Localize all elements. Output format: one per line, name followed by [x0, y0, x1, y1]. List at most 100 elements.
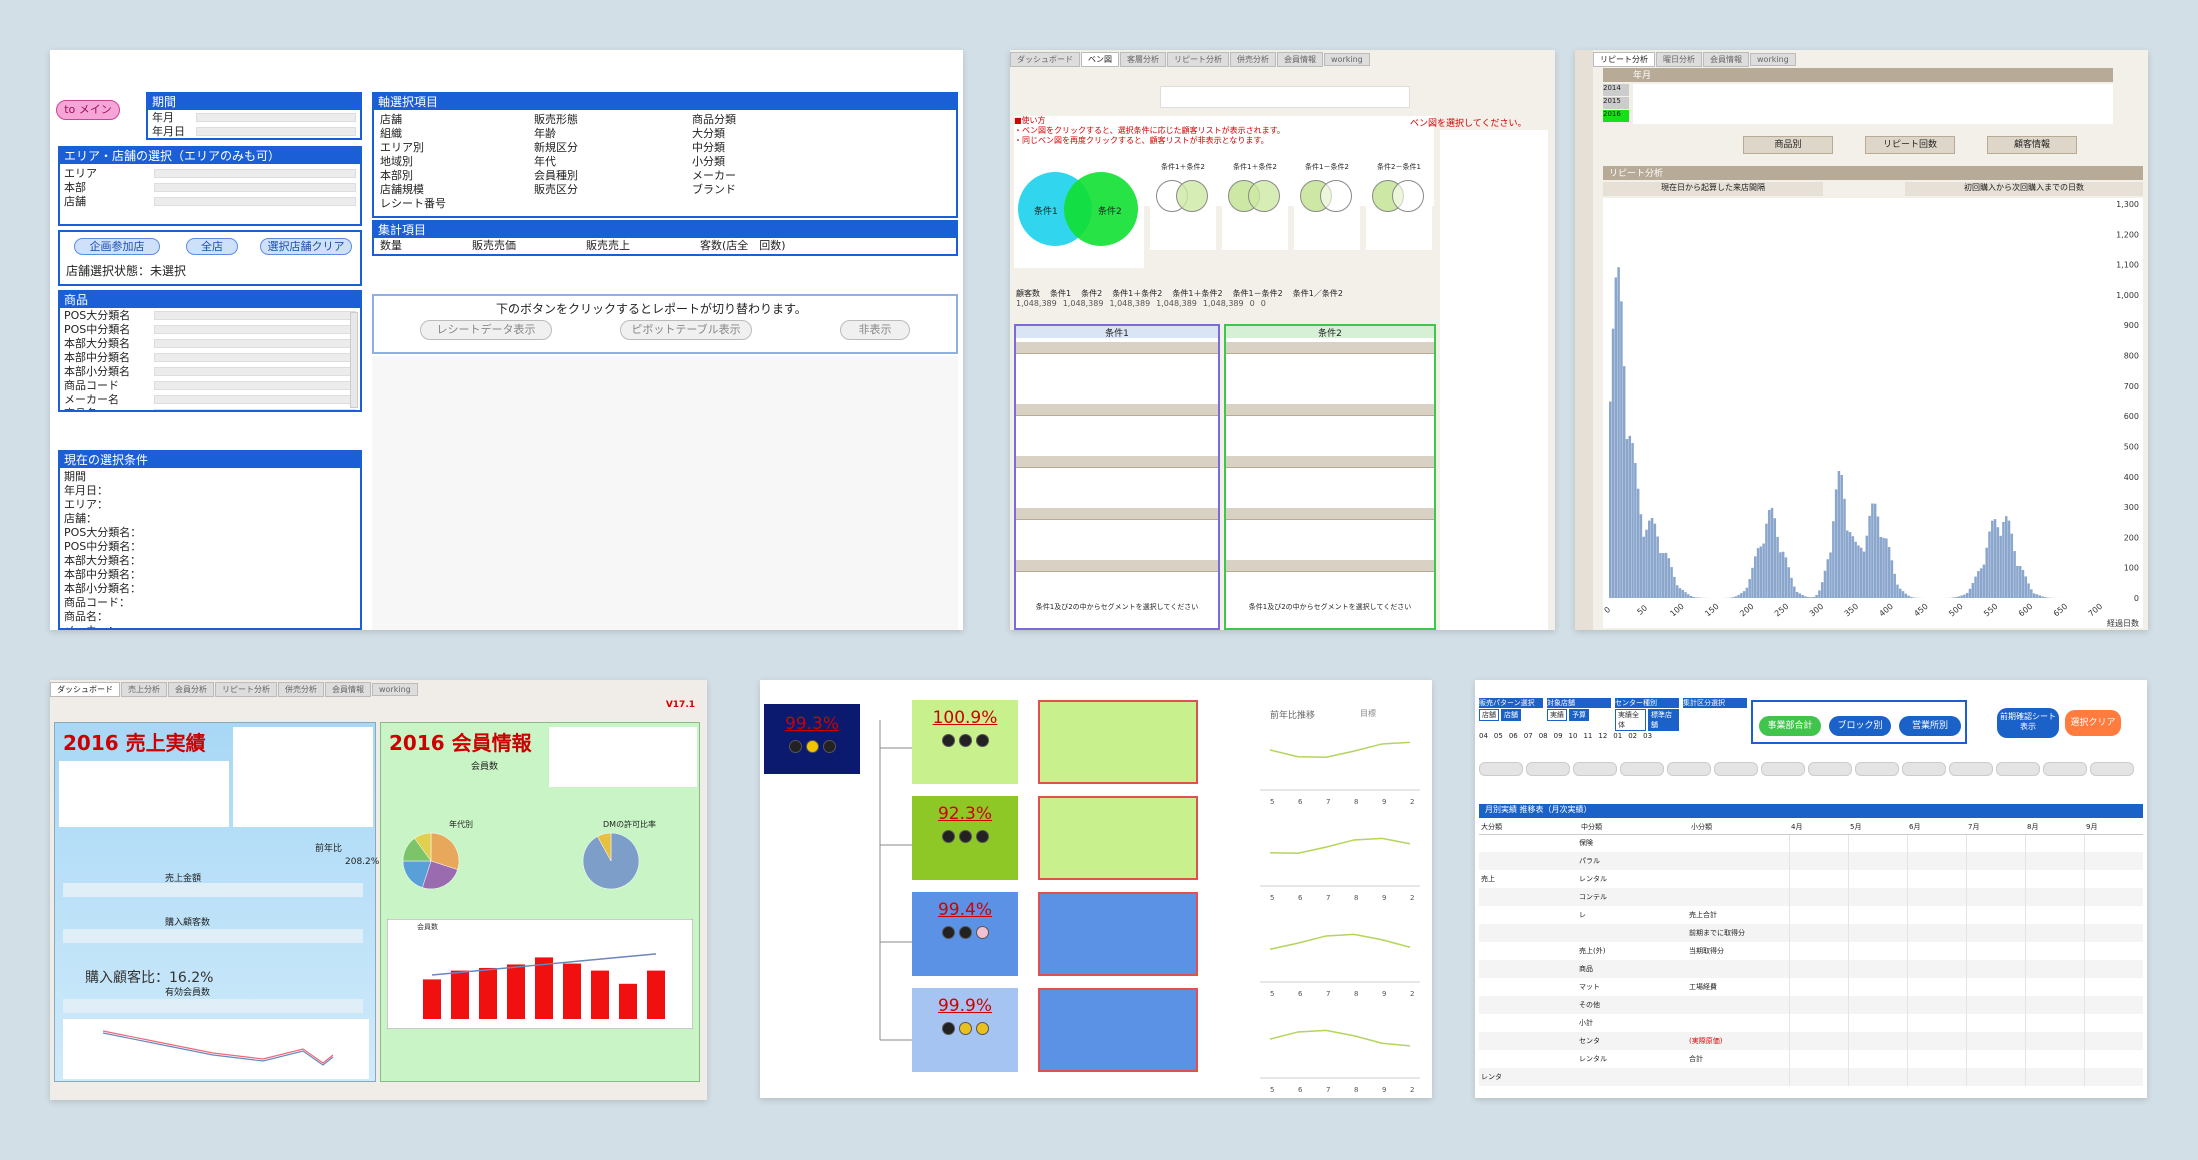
- axis-item[interactable]: 販売形態: [534, 112, 694, 126]
- product-filter[interactable]: POS大分類名: [64, 308, 356, 322]
- axis-item[interactable]: 年齢: [534, 126, 694, 140]
- tab[interactable]: 客層分析: [1120, 52, 1166, 67]
- year-2015[interactable]: 2015: [1603, 97, 1629, 109]
- area-item-input[interactable]: [154, 182, 356, 192]
- kpi-node-pct[interactable]: 99.4%: [912, 900, 1018, 920]
- small-venn[interactable]: 条件1－条件2: [1294, 162, 1360, 250]
- sheet-tab[interactable]: [1479, 762, 1523, 776]
- axis-item[interactable]: メーカー: [692, 168, 852, 182]
- condition-line[interactable]: POS中分類名：: [64, 539, 356, 553]
- btn-division-total[interactable]: 事業部合計: [1759, 716, 1821, 736]
- product-filter-input[interactable]: [154, 338, 356, 348]
- tab[interactable]: working: [372, 683, 418, 696]
- month-option[interactable]: 11: [1583, 732, 1592, 740]
- axis-item[interactable]: 本部別: [380, 168, 540, 182]
- tab[interactable]: リピート分析: [215, 682, 277, 697]
- participating-stores-button[interactable]: 企画参加店: [74, 238, 160, 255]
- tab[interactable]: 会員分析: [168, 682, 214, 697]
- condition-line[interactable]: 本部中分類名：: [64, 567, 356, 581]
- sheet-tab[interactable]: [1855, 762, 1899, 776]
- btn-prev-period-sheet[interactable]: 前期確認シート表示: [1997, 708, 2059, 738]
- product-scrollbar[interactable]: [350, 312, 358, 408]
- sheet-tab[interactable]: [1620, 762, 1664, 776]
- axis-item[interactable]: 商品分類: [692, 112, 852, 126]
- main-venn-diagram[interactable]: 条件1 条件2: [1014, 158, 1144, 268]
- tab[interactable]: working: [1324, 53, 1370, 66]
- kpi-node-pct[interactable]: 92.3%: [912, 804, 1018, 824]
- sheet-tab[interactable]: [1526, 762, 1570, 776]
- tab[interactable]: ダッシュボード: [50, 682, 120, 697]
- aggregate-item[interactable]: 販売売価: [472, 238, 516, 252]
- filter-option[interactable]: 店舗: [1479, 709, 1499, 721]
- tab[interactable]: 併売分析: [1230, 52, 1276, 67]
- product-filter[interactable]: 本部大分類名: [64, 336, 356, 350]
- condition-line[interactable]: 年月日：: [64, 483, 356, 497]
- product-filter[interactable]: 商品コード: [64, 378, 356, 392]
- area-item[interactable]: 本部: [64, 180, 356, 194]
- aggregate-item[interactable]: 数量: [380, 238, 402, 252]
- month-option[interactable]: 06: [1509, 732, 1518, 740]
- axis-item[interactable]: 店舗規模: [380, 182, 540, 196]
- product-filter[interactable]: メーカー名: [64, 392, 356, 406]
- kpi-root-pct[interactable]: 99.3%: [764, 714, 860, 734]
- condition-line[interactable]: 商品コード：: [64, 595, 356, 609]
- month-option[interactable]: 07: [1524, 732, 1533, 740]
- sheet-tab[interactable]: [1667, 762, 1711, 776]
- aggregate-item[interactable]: 客数(店全 回数): [700, 238, 786, 252]
- product-filter-input[interactable]: [154, 366, 356, 376]
- all-stores-button[interactable]: 全店: [186, 238, 238, 255]
- condition-line[interactable]: 期間: [64, 469, 356, 483]
- area-item[interactable]: 店舗: [64, 194, 356, 208]
- clear-stores-button[interactable]: 選択店舗クリア: [260, 238, 352, 255]
- pivot-table-button[interactable]: ピボットテーブル表示: [620, 320, 752, 340]
- month-option[interactable]: 12: [1598, 732, 1607, 740]
- btn-by-product[interactable]: 商品別: [1743, 136, 1833, 154]
- sheet-tab[interactable]: [1949, 762, 1993, 776]
- btn-office[interactable]: 営業所別: [1899, 716, 1961, 736]
- axis-item[interactable]: 年代: [534, 154, 694, 168]
- condition-line[interactable]: エリア：: [64, 497, 356, 511]
- month-option[interactable]: 02: [1628, 732, 1637, 740]
- condition-line[interactable]: POS大分類名：: [64, 525, 356, 539]
- area-item-input[interactable]: [154, 196, 356, 206]
- filter-option[interactable]: 実績全体: [1615, 709, 1646, 731]
- tab[interactable]: working: [1750, 53, 1796, 66]
- month-option[interactable]: 05: [1494, 732, 1503, 740]
- product-filter-input[interactable]: [154, 352, 356, 362]
- condition-line[interactable]: 本部大分類名：: [64, 553, 356, 567]
- hide-button[interactable]: 非表示: [840, 320, 910, 340]
- sheet-tab[interactable]: [1573, 762, 1617, 776]
- tab[interactable]: ダッシュボード: [1010, 52, 1080, 67]
- tab[interactable]: 曜日分析: [1656, 52, 1702, 67]
- kpi-node[interactable]: 100.9%: [912, 700, 1018, 784]
- tab[interactable]: 会員情報: [325, 682, 371, 697]
- axis-item[interactable]: ブランド: [692, 182, 852, 196]
- filter-option[interactable]: 店舗: [1501, 709, 1521, 721]
- axis-item[interactable]: 新規区分: [534, 140, 694, 154]
- btn-block[interactable]: ブロック別: [1829, 716, 1891, 736]
- month-option[interactable]: 10: [1569, 732, 1578, 740]
- condition-line[interactable]: 本部小分類名：: [64, 581, 356, 595]
- sheet-tab[interactable]: [1996, 762, 2040, 776]
- sheet-tab[interactable]: [1902, 762, 1946, 776]
- kpi-node[interactable]: 99.9%: [912, 988, 1018, 1072]
- product-filter[interactable]: 本部中分類名: [64, 350, 356, 364]
- kpi-node-pct[interactable]: 99.9%: [912, 996, 1018, 1016]
- tab[interactable]: リピート分析: [1593, 52, 1655, 67]
- month-option[interactable]: 03: [1643, 732, 1652, 740]
- product-filter-input[interactable]: [154, 324, 356, 334]
- filter-option[interactable]: 予算: [1569, 709, 1589, 721]
- product-filter-input[interactable]: [154, 408, 356, 410]
- sheet-tab[interactable]: [1714, 762, 1758, 776]
- product-filter[interactable]: POS中分類名: [64, 322, 356, 336]
- filter-option[interactable]: 実績: [1547, 709, 1567, 721]
- axis-item[interactable]: 会員種別: [534, 168, 694, 182]
- tab-visit-interval[interactable]: 現在日から起算した来店間隔: [1603, 182, 1823, 196]
- area-item[interactable]: エリア: [64, 166, 356, 180]
- month-option[interactable]: 04: [1479, 732, 1488, 740]
- sheet-tab[interactable]: [1761, 762, 1805, 776]
- to-main-button[interactable]: to メイン: [56, 100, 120, 120]
- area-item-input[interactable]: [154, 168, 356, 178]
- receipt-data-button[interactable]: レシートデータ表示: [420, 320, 552, 340]
- period-ymd-input[interactable]: [196, 126, 356, 136]
